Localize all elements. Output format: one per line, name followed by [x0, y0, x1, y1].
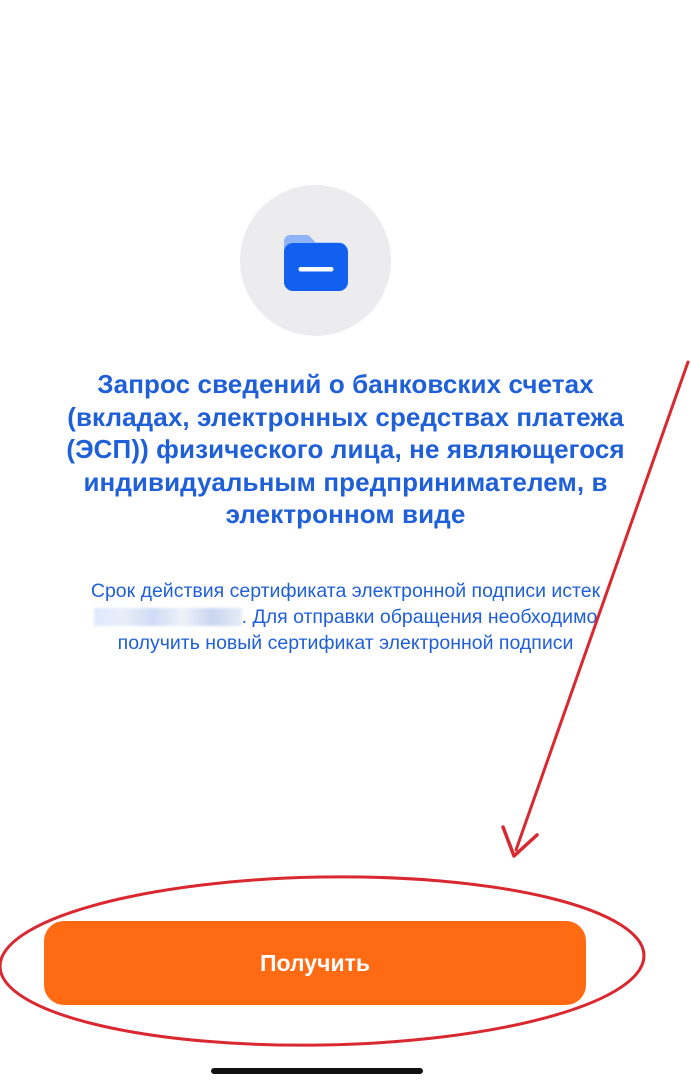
get-certificate-button[interactable]: Получить [44, 921, 586, 1005]
message-text-start: Срок действия сертификата электронной по… [90, 580, 601, 602]
folder-icon [284, 234, 348, 291]
annotation-arrow-head [501, 825, 539, 858]
certificate-expired-message: Срок действия сертификата электронной по… [55, 578, 636, 656]
redacted-date [93, 608, 242, 626]
hero-icon-circle [240, 185, 391, 336]
page-title: Запрос сведений о банковских счетах (вкл… [66, 369, 625, 529]
home-indicator [211, 1068, 423, 1074]
